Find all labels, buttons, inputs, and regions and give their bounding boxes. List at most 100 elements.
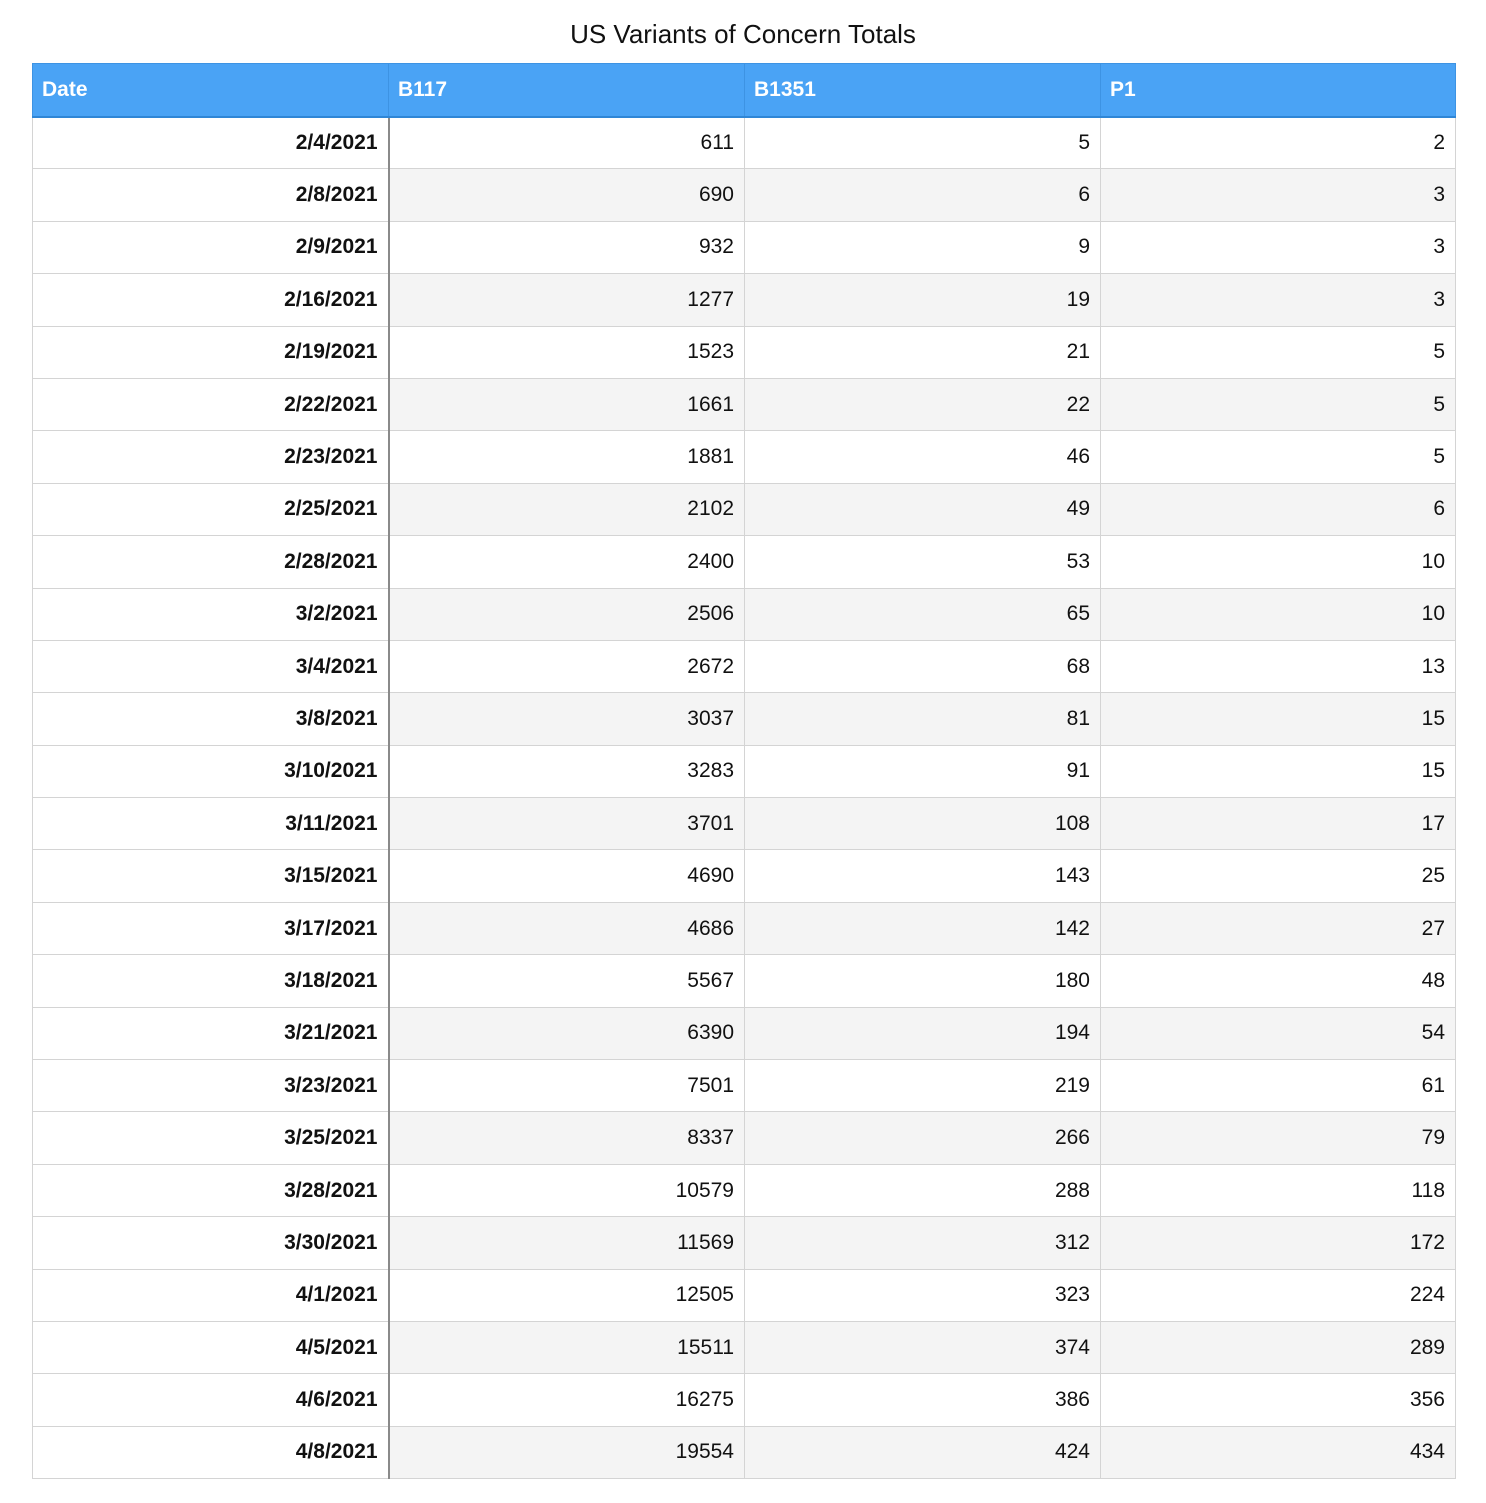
table-row: 3/10/2021 3283 91 15 bbox=[32, 744, 1456, 799]
cell-date: 4/6/2021 bbox=[32, 1373, 390, 1427]
cell-b117: 12505 bbox=[388, 1268, 745, 1322]
cell-date: 3/15/2021 bbox=[32, 849, 390, 903]
cell-p1: 15 bbox=[1100, 692, 1456, 746]
header-row: Date B117 B1351 P1 bbox=[32, 63, 1456, 118]
cell-b1351: 9 bbox=[744, 220, 1101, 275]
cell-date: 3/23/2021 bbox=[32, 1059, 390, 1113]
cell-b1351: 180 bbox=[744, 954, 1101, 1008]
cell-date: 2/23/2021 bbox=[32, 430, 390, 484]
cell-p1: 6 bbox=[1100, 482, 1456, 537]
cell-date: 2/28/2021 bbox=[32, 535, 390, 589]
cell-p1: 61 bbox=[1100, 1059, 1456, 1113]
table-row: 2/16/2021 1277 19 3 bbox=[32, 273, 1456, 327]
table-row: 3/18/2021 5567 180 48 bbox=[32, 954, 1456, 1008]
table-row: 3/17/2021 4686 142 27 bbox=[32, 901, 1456, 956]
cell-b117: 1661 bbox=[388, 377, 745, 432]
table-row: 4/8/2021 19554 424 434 bbox=[32, 1425, 1456, 1480]
cell-b1351: 143 bbox=[744, 849, 1101, 903]
table-row: 3/30/2021 11569 312 172 bbox=[32, 1216, 1456, 1270]
cell-date: 2/16/2021 bbox=[32, 273, 390, 327]
cell-b1351: 19 bbox=[744, 273, 1101, 327]
cell-p1: 25 bbox=[1100, 849, 1456, 903]
cell-b117: 3701 bbox=[388, 797, 745, 851]
table-title: US Variants of Concern Totals bbox=[570, 19, 916, 49]
cell-p1: 3 bbox=[1100, 220, 1456, 275]
cell-p1: 224 bbox=[1100, 1268, 1456, 1322]
cell-b117: 15511 bbox=[388, 1320, 745, 1375]
cell-b117: 1523 bbox=[388, 325, 745, 379]
table-row: 4/5/2021 15511 374 289 bbox=[32, 1320, 1456, 1375]
cell-date: 2/25/2021 bbox=[32, 482, 390, 537]
table-row: 4/6/2021 16275 386 356 bbox=[32, 1373, 1456, 1427]
cell-b117: 11569 bbox=[388, 1216, 745, 1270]
cell-date: 4/8/2021 bbox=[32, 1425, 390, 1480]
cell-b117: 6390 bbox=[388, 1006, 745, 1061]
table-row: 3/2/2021 2506 65 10 bbox=[32, 587, 1456, 641]
cell-b117: 611 bbox=[388, 115, 745, 170]
cell-date: 3/21/2021 bbox=[32, 1006, 390, 1061]
cell-b1351: 6 bbox=[744, 168, 1101, 222]
cell-b117: 3283 bbox=[388, 744, 745, 799]
cell-b1351: 91 bbox=[744, 744, 1101, 799]
table-row: 3/4/2021 2672 68 13 bbox=[32, 639, 1456, 694]
cell-date: 4/1/2021 bbox=[32, 1268, 390, 1322]
cell-b117: 2672 bbox=[388, 639, 745, 694]
cell-date: 3/25/2021 bbox=[32, 1111, 390, 1165]
cell-b1351: 22 bbox=[744, 377, 1101, 432]
cell-b117: 1881 bbox=[388, 430, 745, 484]
cell-b117: 16275 bbox=[388, 1373, 745, 1427]
cell-p1: 2 bbox=[1100, 115, 1456, 170]
cell-b117: 7501 bbox=[388, 1059, 745, 1113]
cell-p1: 3 bbox=[1100, 273, 1456, 327]
cell-b1351: 266 bbox=[744, 1111, 1101, 1165]
cell-p1: 17 bbox=[1100, 797, 1456, 851]
table-row: 2/22/2021 1661 22 5 bbox=[32, 377, 1456, 432]
cell-p1: 5 bbox=[1100, 430, 1456, 484]
table-row: 2/23/2021 1881 46 5 bbox=[32, 430, 1456, 484]
cell-b117: 5567 bbox=[388, 954, 745, 1008]
cell-b1351: 49 bbox=[744, 482, 1101, 537]
cell-b1351: 21 bbox=[744, 325, 1101, 379]
table-row: 3/15/2021 4690 143 25 bbox=[32, 849, 1456, 903]
cell-p1: 356 bbox=[1100, 1373, 1456, 1427]
table-header: Date B117 B1351 P1 bbox=[32, 63, 1456, 118]
cell-p1: 10 bbox=[1100, 587, 1456, 641]
cell-b117: 4686 bbox=[388, 901, 745, 956]
table-row: 3/28/2021 10579 288 118 bbox=[32, 1163, 1456, 1218]
cell-b1351: 5 bbox=[744, 115, 1101, 170]
table-row: 2/19/2021 1523 21 5 bbox=[32, 325, 1456, 379]
cell-date: 3/10/2021 bbox=[32, 744, 390, 799]
cell-p1: 118 bbox=[1100, 1163, 1456, 1218]
cell-date: 3/8/2021 bbox=[32, 692, 390, 746]
cell-b1351: 219 bbox=[744, 1059, 1101, 1113]
cell-date: 3/2/2021 bbox=[32, 587, 390, 641]
cell-p1: 15 bbox=[1100, 744, 1456, 799]
cell-b117: 3037 bbox=[388, 692, 745, 746]
cell-date: 3/11/2021 bbox=[32, 797, 390, 851]
cell-date: 2/22/2021 bbox=[32, 377, 390, 432]
cell-p1: 27 bbox=[1100, 901, 1456, 956]
cell-b1351: 108 bbox=[744, 797, 1101, 851]
cell-b1351: 65 bbox=[744, 587, 1101, 641]
cell-b117: 4690 bbox=[388, 849, 745, 903]
cell-b1351: 68 bbox=[744, 639, 1101, 694]
cell-b117: 19554 bbox=[388, 1425, 745, 1480]
cell-b1351: 312 bbox=[744, 1216, 1101, 1270]
cell-p1: 5 bbox=[1100, 325, 1456, 379]
cell-p1: 172 bbox=[1100, 1216, 1456, 1270]
cell-b117: 2506 bbox=[388, 587, 745, 641]
cell-b117: 10579 bbox=[388, 1163, 745, 1218]
cell-date: 3/17/2021 bbox=[32, 901, 390, 956]
table-row: 2/8/2021 690 6 3 bbox=[32, 168, 1456, 222]
column-header-date: Date bbox=[32, 63, 389, 118]
table-row: 3/21/2021 6390 194 54 bbox=[32, 1006, 1456, 1061]
cell-date: 2/8/2021 bbox=[32, 168, 390, 222]
cell-date: 3/18/2021 bbox=[32, 954, 390, 1008]
cell-p1: 79 bbox=[1100, 1111, 1456, 1165]
cell-b1351: 81 bbox=[744, 692, 1101, 746]
cell-b117: 932 bbox=[388, 220, 745, 275]
cell-p1: 13 bbox=[1100, 639, 1456, 694]
column-header-b117: B117 bbox=[388, 63, 745, 118]
cell-p1: 434 bbox=[1100, 1425, 1456, 1480]
table-body: 2/4/2021 611 5 2 2/8/2021 690 6 3 2/9/2021 932 9 3 2… bbox=[32, 115, 1456, 1480]
